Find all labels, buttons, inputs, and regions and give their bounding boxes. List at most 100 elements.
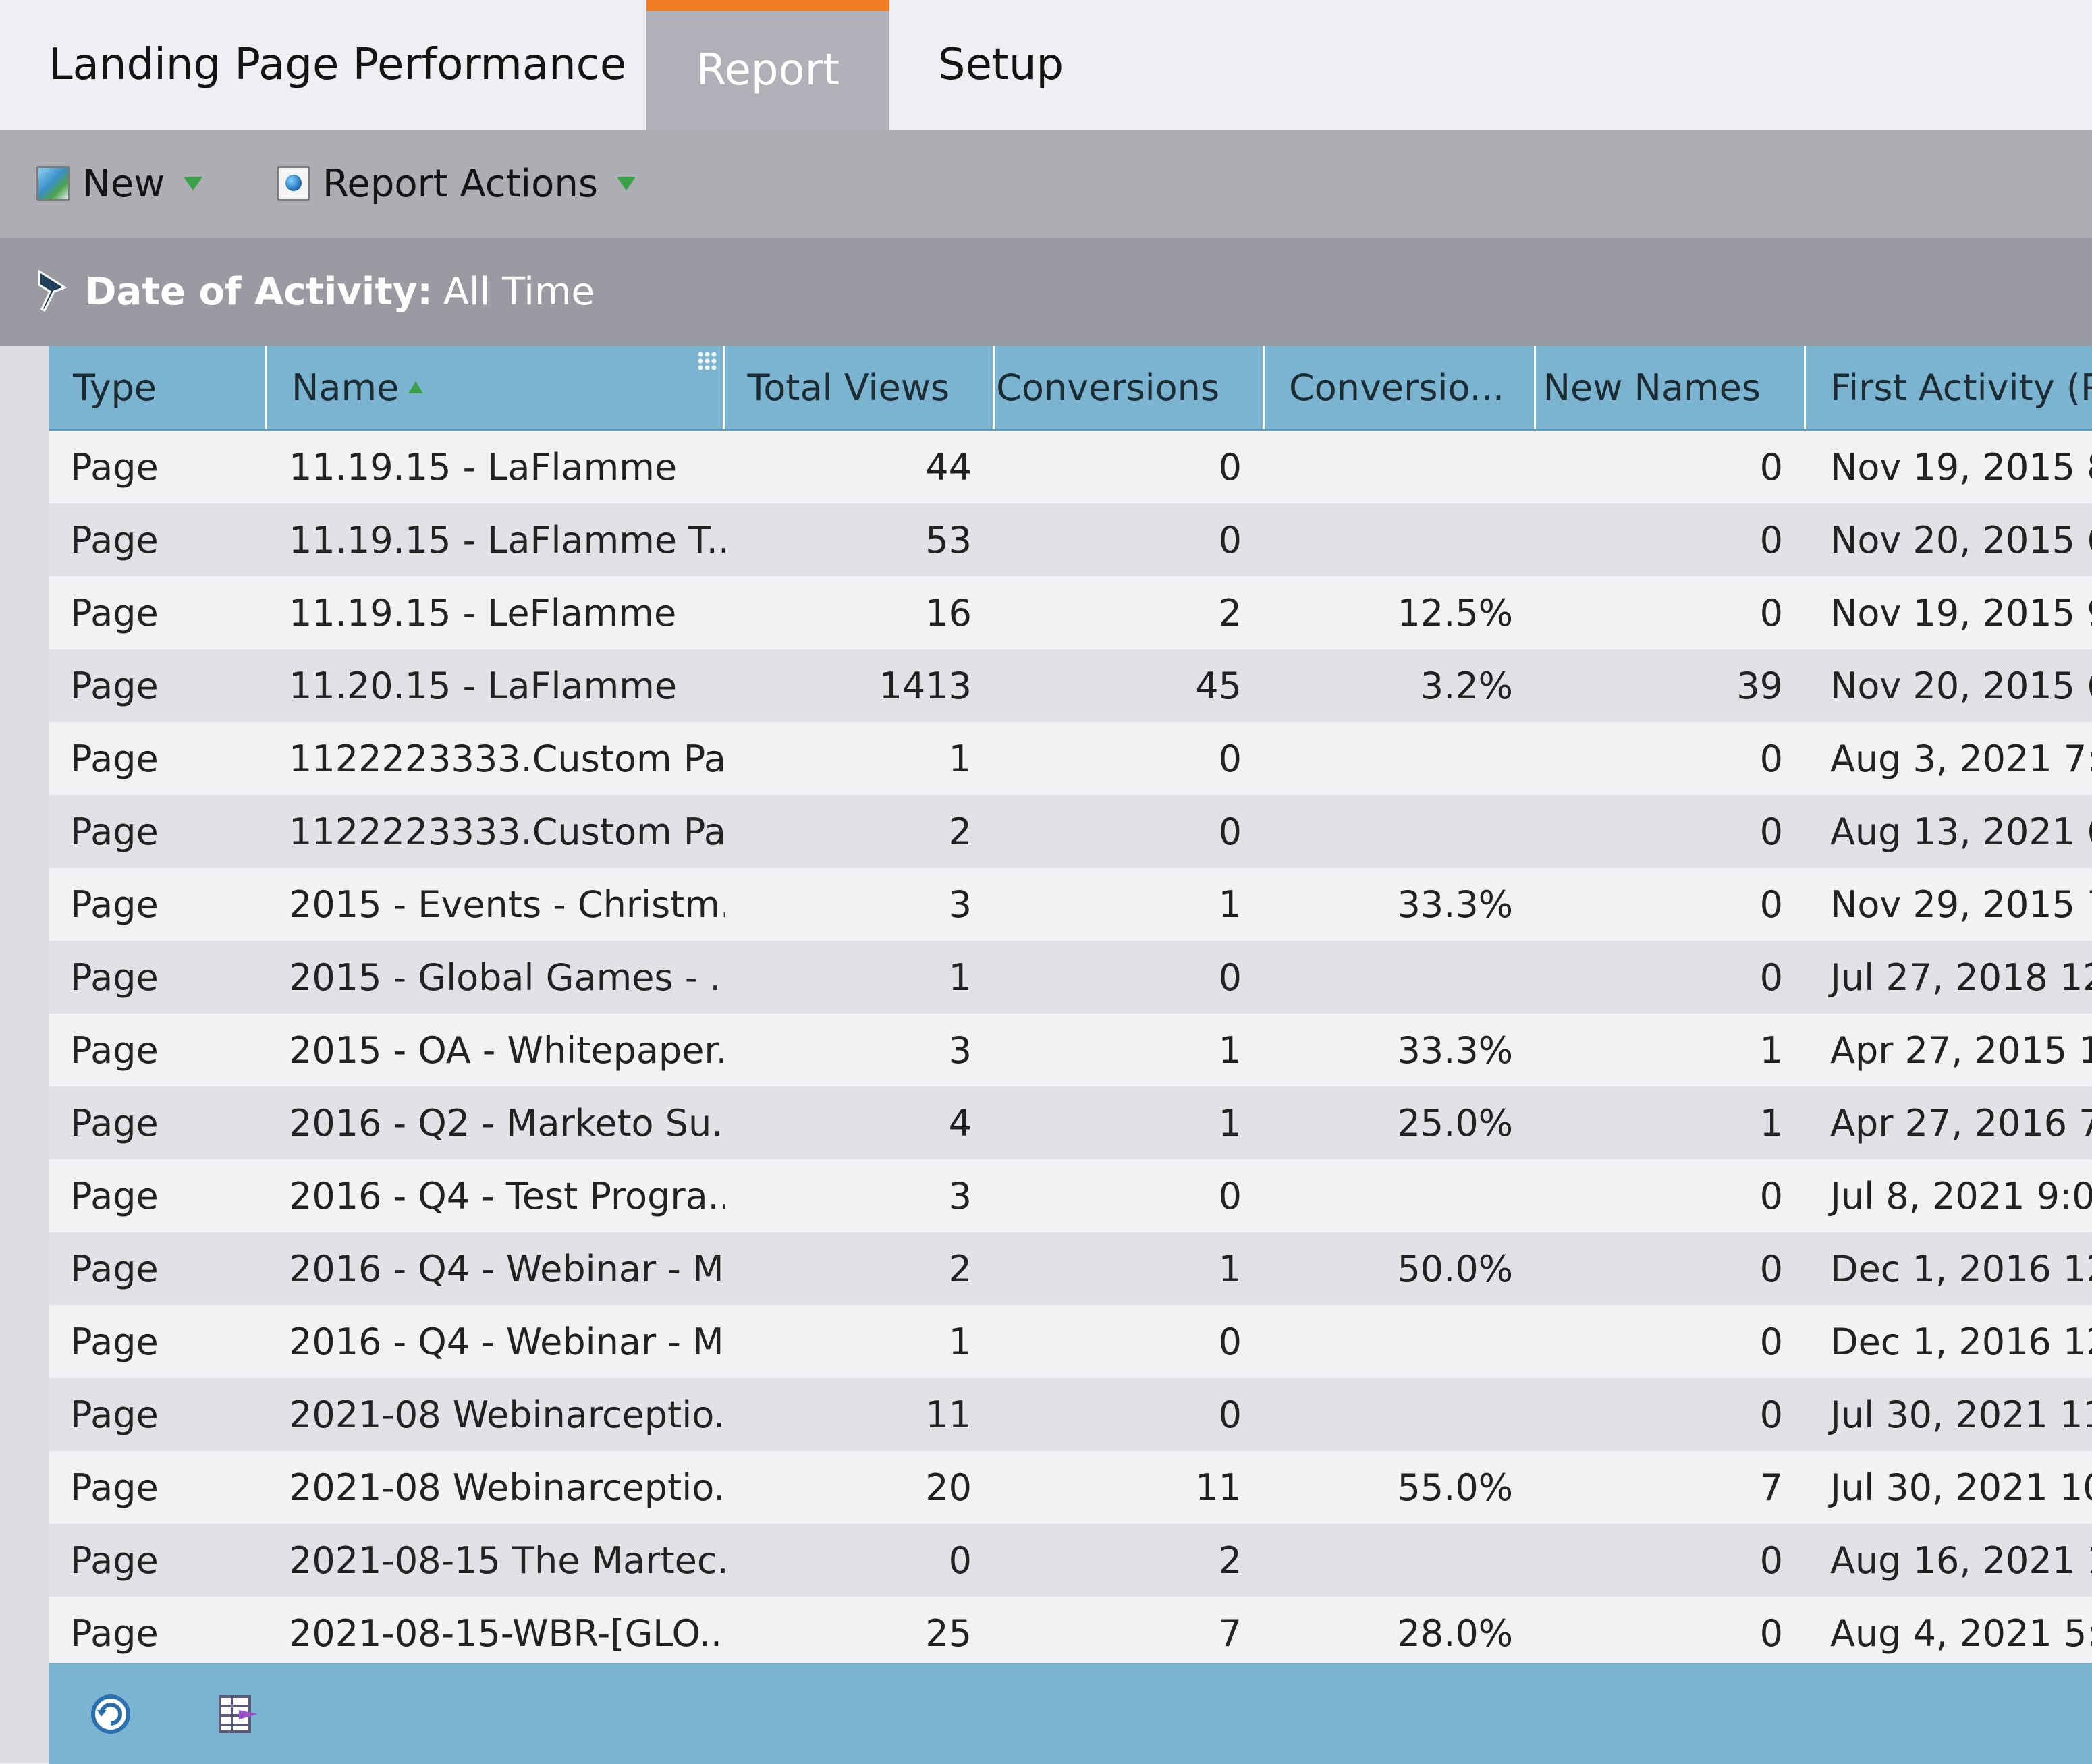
- column-header-first-activity[interactable]: First Activity (P...: [1806, 346, 2092, 429]
- column-header-total-views[interactable]: Total Views: [725, 346, 995, 429]
- cell-new-names: 0: [1759, 1174, 1783, 1217]
- cell-name: 2016 - Q4 - Webinar - M...: [289, 1247, 725, 1290]
- new-button[interactable]: New: [36, 130, 203, 238]
- cell-type: Page: [70, 1101, 159, 1145]
- cell-new-names: 39: [1736, 664, 1783, 707]
- cell-conversion-rate: [1265, 795, 1536, 868]
- cell-type: Page: [70, 1028, 159, 1072]
- cell-first-activity: Jul 8, 2021 9:05 A: [1830, 1174, 2092, 1217]
- report-actions-button[interactable]: Report Actions: [277, 130, 636, 238]
- cell-conversions: 2: [1218, 1539, 1242, 1582]
- filter-funnel-icon: [38, 269, 67, 312]
- filter-bar[interactable]: Date of Activity: All Time: [0, 238, 2092, 346]
- cell-name: 1122223333.Custom Pa...: [289, 737, 725, 780]
- cell-name: 11.19.15 - LaFlamme: [289, 445, 678, 489]
- column-header-name[interactable]: Name: [267, 346, 725, 429]
- table-row[interactable]: Page 1122223333.Custom Pa... 1 0 0 Aug 3, 202…: [49, 722, 2092, 795]
- cell-new-names: 0: [1759, 883, 1783, 926]
- cell-type: Page: [70, 1247, 159, 1290]
- column-header-conversion-rate[interactable]: Conversio...: [1265, 346, 1536, 429]
- cell-new-names: 0: [1759, 445, 1783, 489]
- cell-name: 2021-08 Webinarceptio...: [289, 1393, 725, 1436]
- table-row[interactable]: Page 2015 - OA - Whitepaper... 3 1 33.3% 1 Apr…: [49, 1014, 2092, 1086]
- cell-total-views: 3: [948, 1174, 972, 1217]
- cell-total-views: 44: [925, 445, 972, 489]
- cell-conversion-rate: 3.2%: [1420, 664, 1513, 707]
- table-row[interactable]: Page 2021-08-15-WBR-[GLO... 25 7 28.0% 0 Aug 4…: [49, 1597, 2092, 1670]
- column-resize-handle[interactable]: [697, 351, 717, 371]
- cell-first-activity: Dec 1, 2016 12:0: [1830, 1247, 2092, 1290]
- cell-type: Page: [70, 737, 159, 780]
- cell-conversion-rate: [1265, 1159, 1536, 1232]
- cell-conversions: 0: [1218, 1320, 1242, 1363]
- table-row[interactable]: Page 2016 - Q4 - Webinar - M... 2 1 50.0% 0 De…: [49, 1232, 2092, 1305]
- cell-name: 2015 - Global Games - ...: [289, 956, 725, 999]
- cell-name: 2021-08 Webinarceptio...: [289, 1466, 725, 1509]
- cell-first-activity: Apr 27, 2016 7:0: [1830, 1101, 2092, 1145]
- cell-name: 1122223333.Custom Pa...: [289, 810, 725, 853]
- cell-total-views: 25: [925, 1611, 972, 1655]
- cell-new-names: 0: [1759, 518, 1783, 561]
- cell-conversions: 0: [1218, 956, 1242, 999]
- cell-type: Page: [70, 445, 159, 489]
- cell-name: 2016 - Q4 - Test Progra...: [289, 1174, 725, 1217]
- cell-conversion-rate: [1265, 1305, 1536, 1378]
- table-row[interactable]: Page 2016 - Q4 - Test Progra... 3 0 0 Jul 8, …: [49, 1159, 2092, 1232]
- table-row[interactable]: Page 1122223333.Custom Pa... 2 0 0 Aug 13, 20…: [49, 795, 2092, 868]
- cell-first-activity: Nov 29, 2015 7:2: [1830, 883, 2092, 926]
- cell-new-names: 0: [1759, 810, 1783, 853]
- new-button-label: New: [82, 161, 165, 206]
- cell-conversion-rate: 33.3%: [1397, 1028, 1513, 1072]
- tab-report[interactable]: Report: [646, 0, 889, 130]
- cell-conversion-rate: 28.0%: [1397, 1611, 1513, 1655]
- tab-setup[interactable]: Setup: [889, 0, 1112, 130]
- table-row[interactable]: Page 11.19.15 - LaFlamme T... 53 0 0 Nov 20, …: [49, 503, 2092, 576]
- table-row[interactable]: Page 2015 - Global Games - ... 1 0 0 Jul 27, …: [49, 941, 2092, 1014]
- table-row[interactable]: Page 11.20.15 - LaFlamme 1413 45 3.2% 39 Nov 2…: [49, 649, 2092, 722]
- table-row[interactable]: Page 2016 - Q2 - Marketo Su... 4 1 25.0% 1 Apr…: [49, 1086, 2092, 1159]
- cell-conversions: 1: [1218, 1247, 1242, 1290]
- filter-value[interactable]: All Time: [443, 270, 595, 314]
- cell-new-names: 0: [1759, 1320, 1783, 1363]
- refresh-icon[interactable]: [88, 1691, 134, 1737]
- cell-new-names: 1: [1759, 1101, 1783, 1145]
- cell-type: Page: [70, 1611, 159, 1655]
- cell-conversions: 7: [1218, 1611, 1242, 1655]
- cell-conversion-rate: [1265, 503, 1536, 576]
- export-table-icon[interactable]: [217, 1691, 263, 1737]
- table-row[interactable]: Page 2021-08 Webinarceptio... 20 11 55.0% 7 Ju…: [49, 1451, 2092, 1524]
- cell-new-names: 0: [1759, 956, 1783, 999]
- cell-first-activity: Jul 27, 2018 12:0: [1830, 956, 2092, 999]
- column-header-conversions[interactable]: Conversions: [995, 346, 1265, 429]
- cell-name: 2021-08-15-WBR-[GLO...: [289, 1611, 725, 1655]
- cell-type: Page: [70, 883, 159, 926]
- cell-total-views: 0: [948, 1539, 972, 1582]
- table-row[interactable]: Page 2021-08-15 The Martec... 0 2 0 Aug 16, 2…: [49, 1524, 2092, 1597]
- cell-total-views: 1: [948, 956, 972, 999]
- tab-landing-page-performance[interactable]: Landing Page Performance: [0, 0, 646, 130]
- table-row[interactable]: Page 11.19.15 - LeFlamme 16 2 12.5% 0 Nov 19, …: [49, 576, 2092, 649]
- cell-conversion-rate: 33.3%: [1397, 883, 1513, 926]
- table-row[interactable]: Page 2015 - Events - Christm... 3 1 33.3% 0 No…: [49, 868, 2092, 941]
- cell-name: 2016 - Q4 - Webinar - M...: [289, 1320, 725, 1363]
- cell-conversions: 1: [1218, 1028, 1242, 1072]
- cell-name: 2021-08-15 The Martec...: [289, 1539, 725, 1582]
- cell-total-views: 3: [948, 1028, 972, 1072]
- cell-new-names: 1: [1759, 1028, 1783, 1072]
- cell-new-names: 0: [1759, 591, 1783, 634]
- table-row[interactable]: Page 2016 - Q4 - Webinar - M... 1 0 0 Dec 1, …: [49, 1305, 2092, 1378]
- table-row[interactable]: Page 2021-08 Webinarceptio... 11 0 0 Jul 30, …: [49, 1378, 2092, 1451]
- column-header-type[interactable]: Type: [49, 346, 267, 429]
- table-row[interactable]: Page 11.19.15 - LaFlamme 44 0 0 Nov 19, 2015 …: [49, 431, 2092, 503]
- cell-type: Page: [70, 664, 159, 707]
- cell-total-views: 2: [948, 810, 972, 853]
- cell-type: Page: [70, 518, 159, 561]
- cell-total-views: 4: [948, 1101, 972, 1145]
- tab-bar: Landing Page Performance Report Setup: [0, 0, 2092, 130]
- cell-conversion-rate: [1265, 431, 1536, 503]
- cell-first-activity: Dec 1, 2016 12:0: [1830, 1320, 2092, 1363]
- cell-new-names: 0: [1759, 737, 1783, 780]
- cell-total-views: 3: [948, 883, 972, 926]
- cell-total-views: 1: [948, 1320, 972, 1363]
- column-header-new-names[interactable]: New Names: [1536, 346, 1806, 429]
